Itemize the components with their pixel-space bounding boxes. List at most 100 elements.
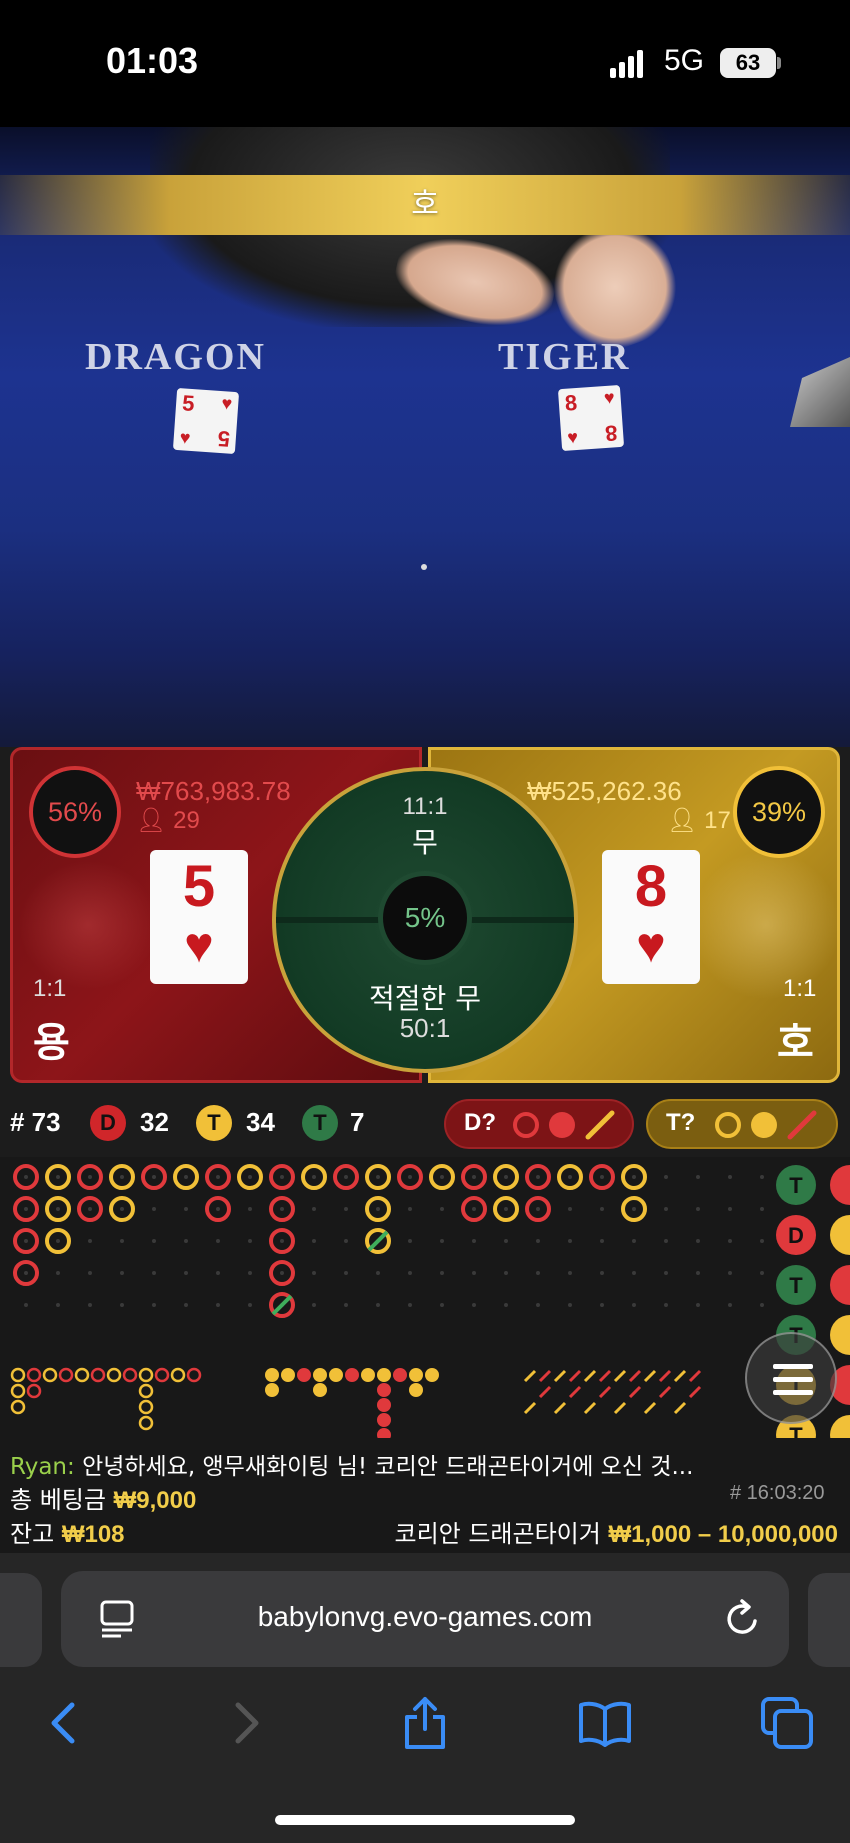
road-mark	[598, 1369, 612, 1383]
live-video[interactable]: 호 DRAGON TIGER 5 ♥ ♥ 5 8 ♥ ♥ 8	[0, 127, 850, 747]
road-mark	[186, 1367, 202, 1383]
status-time: 01:03	[106, 40, 199, 81]
chat-user: Ryan:	[10, 1454, 75, 1480]
prediction-icons	[513, 1110, 615, 1140]
card-rank: 5	[216, 425, 231, 452]
road-mark	[42, 1367, 58, 1383]
dragon-player-count: 29	[173, 807, 200, 834]
url-text: babylonvg.evo-games.com	[257, 1601, 593, 1632]
address-bar[interactable]: babylonvg.evo-games.com	[61, 1571, 789, 1667]
betting-panel: 56% ₩763,983.78 👤︎ 29 5 ♥ 1:1 용 39% ₩525…	[0, 747, 850, 1087]
table-name: 코리안 드래곤타이거	[394, 1520, 601, 1548]
road-mark	[568, 1385, 582, 1399]
signal-icon	[610, 50, 643, 78]
road-mark	[138, 1367, 154, 1383]
heart-icon: ♥	[636, 917, 666, 973]
side-road-mark	[830, 1265, 850, 1305]
tiger-card: 8 ♥	[602, 850, 700, 984]
table-dragon-label: DRAGON	[85, 336, 266, 378]
road-mark	[643, 1401, 657, 1415]
tiger-prediction-button[interactable]: T?	[646, 1099, 838, 1149]
road-mark	[265, 1383, 279, 1397]
table-limits[interactable]: 코리안 드래곤타이거 ₩1,000 – 10,000,000	[394, 1514, 838, 1549]
card-rank: 8	[564, 389, 579, 416]
balance: 잔고 ₩108	[10, 1514, 125, 1549]
tie-slash	[271, 1294, 293, 1316]
tie-bet-area: 11:1 무 적절한 무 50:1 5%	[272, 767, 578, 1073]
share-icon[interactable]	[395, 1693, 455, 1753]
dragon-prediction-button[interactable]: D?	[444, 1099, 634, 1149]
derived-roads	[10, 1367, 702, 1442]
road-mark	[425, 1368, 439, 1382]
road-mark	[361, 1368, 375, 1382]
tie-odds: 11:1	[402, 793, 448, 820]
road-mark	[409, 1368, 423, 1382]
road-mark	[377, 1383, 391, 1397]
tiger-win-count: 34	[246, 1107, 275, 1137]
road-mark	[170, 1367, 186, 1383]
road-mark	[297, 1368, 311, 1382]
tabs-icon[interactable]	[757, 1693, 817, 1753]
road-mark	[583, 1401, 597, 1415]
road-mark	[10, 1399, 26, 1415]
road-mark	[393, 1368, 407, 1382]
home-indicator[interactable]	[275, 1815, 575, 1825]
road-mark	[613, 1401, 627, 1415]
road-mark	[345, 1368, 359, 1382]
total-bet-value: ₩9,000	[113, 1487, 197, 1514]
tiger-prediction-label: T?	[666, 1109, 696, 1136]
tiger-player-count: 17	[704, 807, 731, 834]
road-mark	[658, 1369, 672, 1383]
road-mark	[613, 1369, 627, 1383]
hamburger-icon	[773, 1364, 813, 1395]
video-tiger-card: 8 ♥ ♥ 8	[557, 384, 625, 452]
dragon-bet-amount: ₩763,983.78	[136, 776, 291, 806]
back-icon[interactable]	[34, 1693, 94, 1753]
road-mark	[409, 1383, 423, 1397]
road-mark	[643, 1369, 657, 1383]
road-mark	[583, 1369, 597, 1383]
previous-tab[interactable]	[0, 1573, 42, 1667]
road-mark	[58, 1367, 74, 1383]
road-mark	[377, 1398, 391, 1412]
road-mark	[377, 1413, 391, 1427]
tie-label: 무	[412, 826, 438, 859]
road-mark	[598, 1385, 612, 1399]
tie-percent: 5%	[378, 871, 472, 965]
road-mark	[688, 1369, 702, 1383]
road-mark	[313, 1368, 327, 1382]
person-icon: 👤︎	[136, 807, 167, 834]
tie-win-count: 7	[350, 1107, 365, 1137]
tiger-players: 👤︎ 17	[667, 806, 731, 835]
road-mark	[265, 1368, 279, 1382]
road-mark	[26, 1367, 42, 1383]
tiger-odds: 1:1	[783, 975, 817, 1002]
big-road	[13, 1164, 764, 1318]
road-mark	[628, 1369, 642, 1383]
road-mark	[329, 1368, 343, 1382]
road-mark	[281, 1368, 295, 1382]
menu-button[interactable]	[745, 1332, 837, 1424]
road-mark	[538, 1385, 552, 1399]
dragon-win-count: 32	[140, 1107, 169, 1137]
dragon-players: 👤︎ 29	[136, 806, 200, 835]
chat-text: 안녕하세요, 앵무새화이팅 님! 코리안 드래곤타이거에 오신 것...	[74, 1454, 694, 1480]
road-mark	[628, 1385, 642, 1399]
scoreboard[interactable]: TDTTTT	[0, 1157, 850, 1447]
bookmarks-icon[interactable]	[575, 1693, 635, 1753]
side-road-label: T	[789, 1173, 803, 1198]
card-rank: 5	[182, 854, 216, 919]
road-mark	[74, 1367, 90, 1383]
card-rank: 5	[181, 390, 196, 417]
reload-icon[interactable]	[721, 1597, 765, 1641]
heart-icon: ♥	[179, 427, 192, 448]
road-mark	[26, 1383, 42, 1399]
next-tab[interactable]	[808, 1573, 850, 1667]
chat-message: Ryan: 안녕하세요, 앵무새화이팅 님! 코리안 드래곤타이거에 오신 것.…	[10, 1447, 693, 1481]
forward-icon[interactable]	[216, 1693, 276, 1753]
balance-label: 잔고	[10, 1520, 55, 1548]
road-mark	[538, 1369, 552, 1383]
road-mark	[313, 1383, 327, 1397]
table-tiger-label: TIGER	[498, 336, 631, 378]
video-dragon-card: 5 ♥ ♥ 5	[172, 387, 240, 455]
